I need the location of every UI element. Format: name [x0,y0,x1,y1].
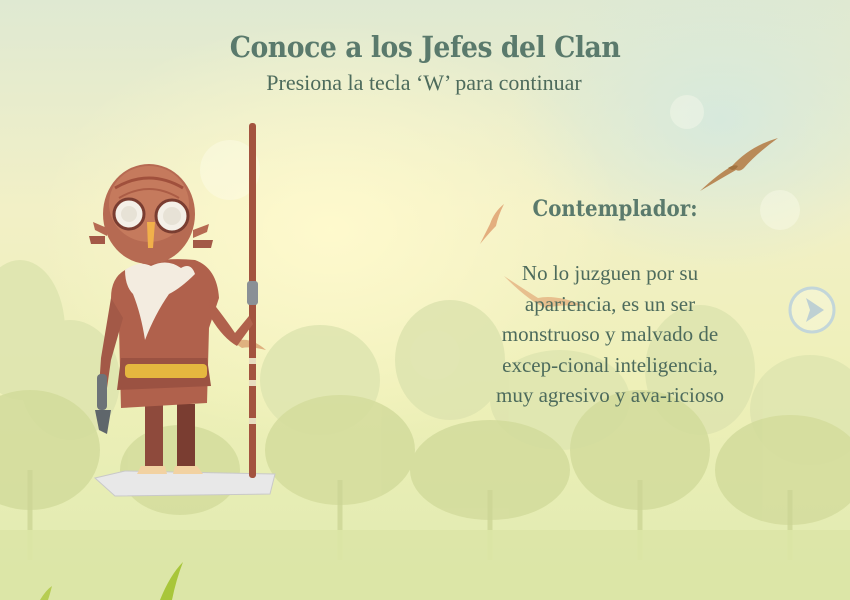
chief-name-heading: Contemplador: [532,196,698,222]
next-arrow-icon[interactable] [788,286,836,334]
contemplador-character [89,123,276,497]
game-scene: Conoce a los Jefes del Clan Presiona la … [0,0,850,600]
continue-instruction: Presiona la tecla ‘W’ para continuar [266,70,582,95]
bird-icon [700,138,778,191]
chief-description: No lo juzguen por su apariencia, es un s… [495,261,725,407]
page-title: Conoce a los Jefes del Clan [229,30,621,64]
bird-icon [480,204,504,244]
